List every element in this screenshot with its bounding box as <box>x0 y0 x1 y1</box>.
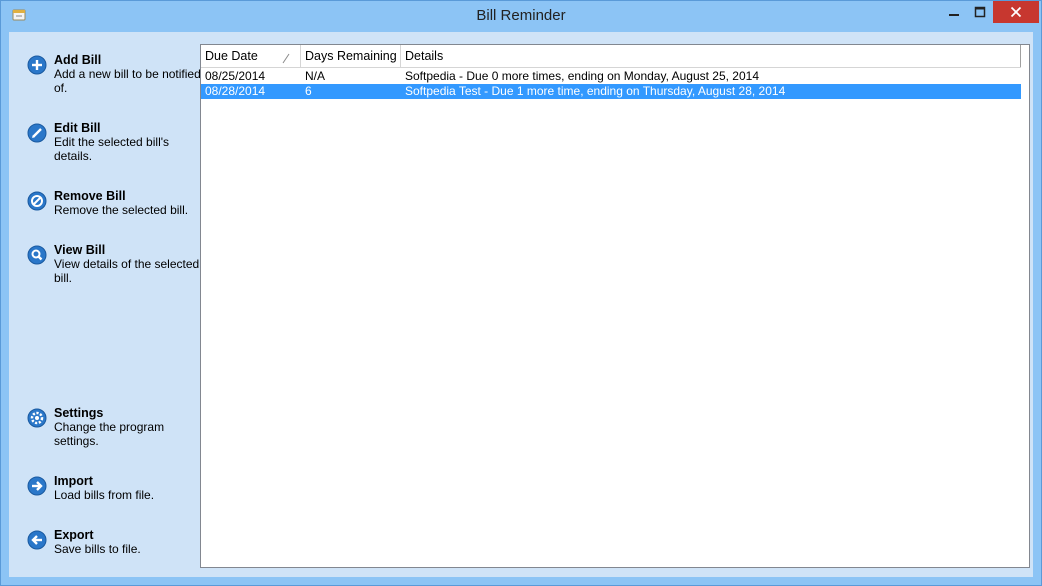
minimize-icon <box>949 14 959 16</box>
remove-icon <box>27 191 47 211</box>
cell-due-date: 08/25/2014 <box>205 69 266 83</box>
client-area: Add Bill Add a new bill to be notified o… <box>9 32 1033 577</box>
export-title: Export <box>54 528 94 542</box>
add-bill-title: Add Bill <box>54 53 102 67</box>
edit-bill-desc: Edit the selected bill's details. <box>54 135 170 163</box>
column-days-remaining-label: Days Remaining <box>305 49 397 63</box>
column-details[interactable]: Details <box>401 45 1021 67</box>
app-window: Bill Reminder Add Bill Add a new bill to… <box>0 0 1042 586</box>
export-desc: Save bills to file. <box>54 542 141 556</box>
cell-days-remaining: 6 <box>305 84 312 98</box>
add-icon <box>27 55 47 75</box>
remove-bill-desc: Remove the selected bill. <box>54 203 189 217</box>
arrow-left-icon <box>27 530 47 550</box>
cell-details: Softpedia Test - Due 1 more time, ending… <box>405 84 786 98</box>
bill-list[interactable]: Due Date Days Remaining Details 08/25/20… <box>200 44 1030 568</box>
table-row[interactable]: 08/25/2014 N/A Softpedia - Due 0 more ti… <box>201 69 1021 84</box>
view-bill-desc: View details of the selected bill. <box>54 257 200 285</box>
table-row-selected[interactable]: 08/28/2014 6 Softpedia Test - Due 1 more… <box>201 84 1021 99</box>
search-icon <box>27 245 47 265</box>
arrow-right-icon <box>27 476 47 496</box>
list-header: Due Date Days Remaining Details <box>201 45 1021 68</box>
cell-days-remaining: N/A <box>305 69 326 83</box>
import-desc: Load bills from file. <box>54 488 155 502</box>
title-bar[interactable]: Bill Reminder <box>1 1 1041 32</box>
remove-bill-title: Remove Bill <box>54 189 126 203</box>
column-details-label: Details <box>405 49 444 63</box>
add-bill-desc: Add a new bill to be notified of. <box>54 67 201 95</box>
close-button[interactable] <box>993 1 1039 23</box>
close-icon <box>1010 6 1022 18</box>
settings-title: Settings <box>54 406 104 420</box>
column-days-remaining[interactable]: Days Remaining <box>301 45 401 67</box>
cell-due-date: 08/28/2014 <box>205 84 266 98</box>
maximize-icon <box>974 6 986 18</box>
maximize-button[interactable] <box>967 1 993 23</box>
sort-indicator-icon <box>281 49 291 64</box>
minimize-button[interactable] <box>941 1 967 23</box>
gear-icon <box>27 408 47 428</box>
settings-desc: Change the program settings. <box>54 420 165 448</box>
edit-bill-title: Edit Bill <box>54 121 101 135</box>
column-due-date[interactable]: Due Date <box>201 45 301 67</box>
edit-icon <box>27 123 47 143</box>
column-due-date-label: Due Date <box>205 49 258 63</box>
window-title: Bill Reminder <box>476 7 566 24</box>
view-bill-title: View Bill <box>54 243 106 257</box>
import-title: Import <box>54 474 93 488</box>
cell-details: Softpedia - Due 0 more times, ending on … <box>405 69 759 83</box>
